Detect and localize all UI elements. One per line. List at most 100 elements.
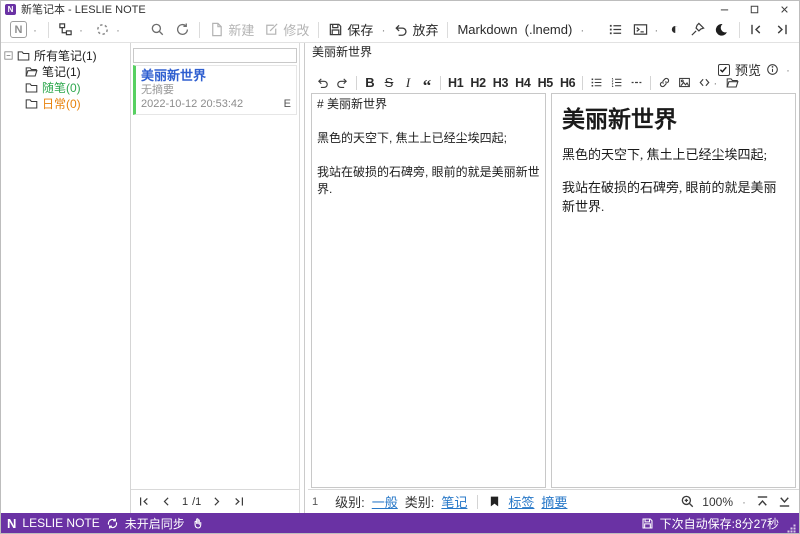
note-card[interactable]: 美丽新世界 无摘要 2022-10-12 20:53:42 E [133,65,297,115]
bold-button[interactable]: B [361,73,379,92]
level-value-link[interactable]: 一般 [372,492,398,511]
splitter-line [303,43,305,513]
dropdown-dot-icon: · [381,22,386,37]
main-area: 所有笔记(1) 笔记(1) 随笔(0) 日常(0) 美丽新世界 无摘要 2022… [1,43,799,513]
page-current: 1 [182,495,189,508]
app-window: N 新笔记本 - LESLIE NOTE N · · · 新建 修改 保存 · … [0,0,800,534]
next-page-icon[interactable] [210,495,223,508]
save-button[interactable]: 保存 [324,19,377,41]
heading5-button[interactable]: H5 [535,73,556,92]
heading2-button[interactable]: H2 [467,73,488,92]
note-list-pagination: 1 /1 [131,489,299,513]
zoom-level[interactable]: 100% [702,495,733,509]
undo-button[interactable] [313,73,332,92]
app-icon: N [5,3,16,15]
italic-button[interactable]: I [399,73,417,92]
markdown-source-editor[interactable]: # 美丽新世界 黑色的天空下, 焦土上已经尘埃四起; 我站在破损的石碑旁, 眼前… [311,93,546,488]
terminal-icon [633,22,648,37]
save-label: 保存 [347,23,374,38]
category-value-link[interactable]: 笔记 [441,492,467,511]
preview-paragraph: 黑色的天空下, 焦土上已经尘埃四起; [562,147,768,162]
tags-link[interactable]: 标签 [508,492,534,511]
actions-button[interactable]: · [91,19,126,41]
notebook-structure-button[interactable]: · [54,19,89,41]
tree-item-essays[interactable]: 随笔(0) [1,79,130,95]
maximize-button[interactable] [739,1,769,17]
heading6-button[interactable]: H6 [557,73,578,92]
zoom-in-icon[interactable] [680,494,695,509]
collapse-left-icon [749,22,764,37]
minimize-button[interactable] [709,1,739,17]
tree-item-all-notes[interactable]: 所有笔记(1) [1,47,130,63]
collapse-left-panel-button[interactable] [745,19,768,41]
strikethrough-button[interactable]: S [380,73,398,92]
previous-page-icon[interactable] [160,495,173,508]
blockquote-button[interactable]: “ [418,73,436,94]
image-button[interactable] [675,73,694,92]
link-button[interactable] [655,73,674,92]
heading3-button[interactable]: H3 [490,73,511,92]
tree-item-label: 日常(0) [42,96,81,111]
theme-contrast-button[interactable]: ◐ [666,19,684,41]
hand-gesture-icon[interactable] [191,517,204,530]
editor-split-view: # 美丽新世界 黑色的天空下, 焦土上已经尘埃四起; 我站在破损的石碑旁, 眼前… [308,93,799,489]
outline-button[interactable] [604,19,627,41]
edit-note-button[interactable]: 修改 [260,19,313,41]
format-selector[interactable]: Markdown (.lnemd) [453,19,576,41]
folder-open-icon [25,65,38,78]
code-button[interactable]: · [695,73,722,92]
tree-item-label: 笔记(1) [42,64,81,79]
ordered-list-button[interactable] [607,73,626,92]
new-note-button[interactable]: 新建 [205,19,258,41]
edit-pencil-icon [264,22,279,37]
heading4-button[interactable]: H4 [512,73,533,92]
save-floppy-icon [328,22,343,37]
category-label: 类别: [404,495,435,510]
title-bar: N 新笔记本 - LESLIE NOTE [1,1,799,17]
formatting-toolbar: B S I “ H1 H2 H3 H4 H5 H6 · [313,73,742,94]
refresh-button[interactable] [171,19,194,41]
collapse-right-panel-button[interactable] [770,19,793,41]
scroll-to-top-icon[interactable] [755,494,770,509]
level-label: 级别: [335,495,365,510]
attachment-folder-button[interactable] [723,73,742,92]
close-button[interactable] [769,1,799,17]
list-outline-icon [608,22,623,37]
n-logo-icon: N [7,515,17,531]
panel-splitter[interactable] [300,43,308,513]
sync-status[interactable]: 未开启同步 [125,515,185,532]
horizontal-rule-button[interactable] [627,73,646,92]
night-mode-button[interactable] [711,19,734,41]
note-card-summary: 无摘要 [141,84,174,96]
sync-icon [106,517,119,530]
app-menu-button[interactable]: N · [6,19,43,41]
pin-window-button[interactable] [686,19,709,41]
tree-expander-icon[interactable] [4,51,13,60]
terminal-button[interactable]: · [629,19,664,41]
scroll-to-bottom-icon[interactable] [777,494,792,509]
search-button[interactable] [146,19,169,41]
note-card-dateline: 2022-10-12 20:53:42 E [141,97,292,111]
note-search-input[interactable] [133,47,297,63]
note-title-row [308,43,799,59]
summary-link[interactable]: 摘要 [541,492,567,511]
tree-icon [58,22,73,37]
image-icon [678,76,691,89]
redo-button[interactable] [333,73,352,92]
info-icon[interactable] [766,63,779,76]
note-search-wrap [131,43,299,64]
markdown-preview: 美丽新世界 黑色的天空下, 焦土上已经尘埃四起; 我站在破损的石碑旁, 眼前的就… [551,93,796,488]
discard-button[interactable]: 放弃 [389,19,442,41]
code-icon [698,76,711,89]
toolbar-separator [447,21,449,38]
tree-item-notes[interactable]: 笔记(1) [1,63,130,79]
refresh-icon [175,22,190,37]
tree-item-daily[interactable]: 日常(0) [1,95,130,111]
first-page-icon[interactable] [138,495,151,508]
status-bar: N LESLIE NOTE 未开启同步 下次自动保存:8分27秒 [1,513,799,533]
resize-grip[interactable] [787,524,796,533]
last-page-icon[interactable] [232,495,245,508]
bullet-list-button[interactable] [587,73,606,92]
note-title-input[interactable] [308,44,799,59]
heading1-button[interactable]: H1 [445,73,466,92]
